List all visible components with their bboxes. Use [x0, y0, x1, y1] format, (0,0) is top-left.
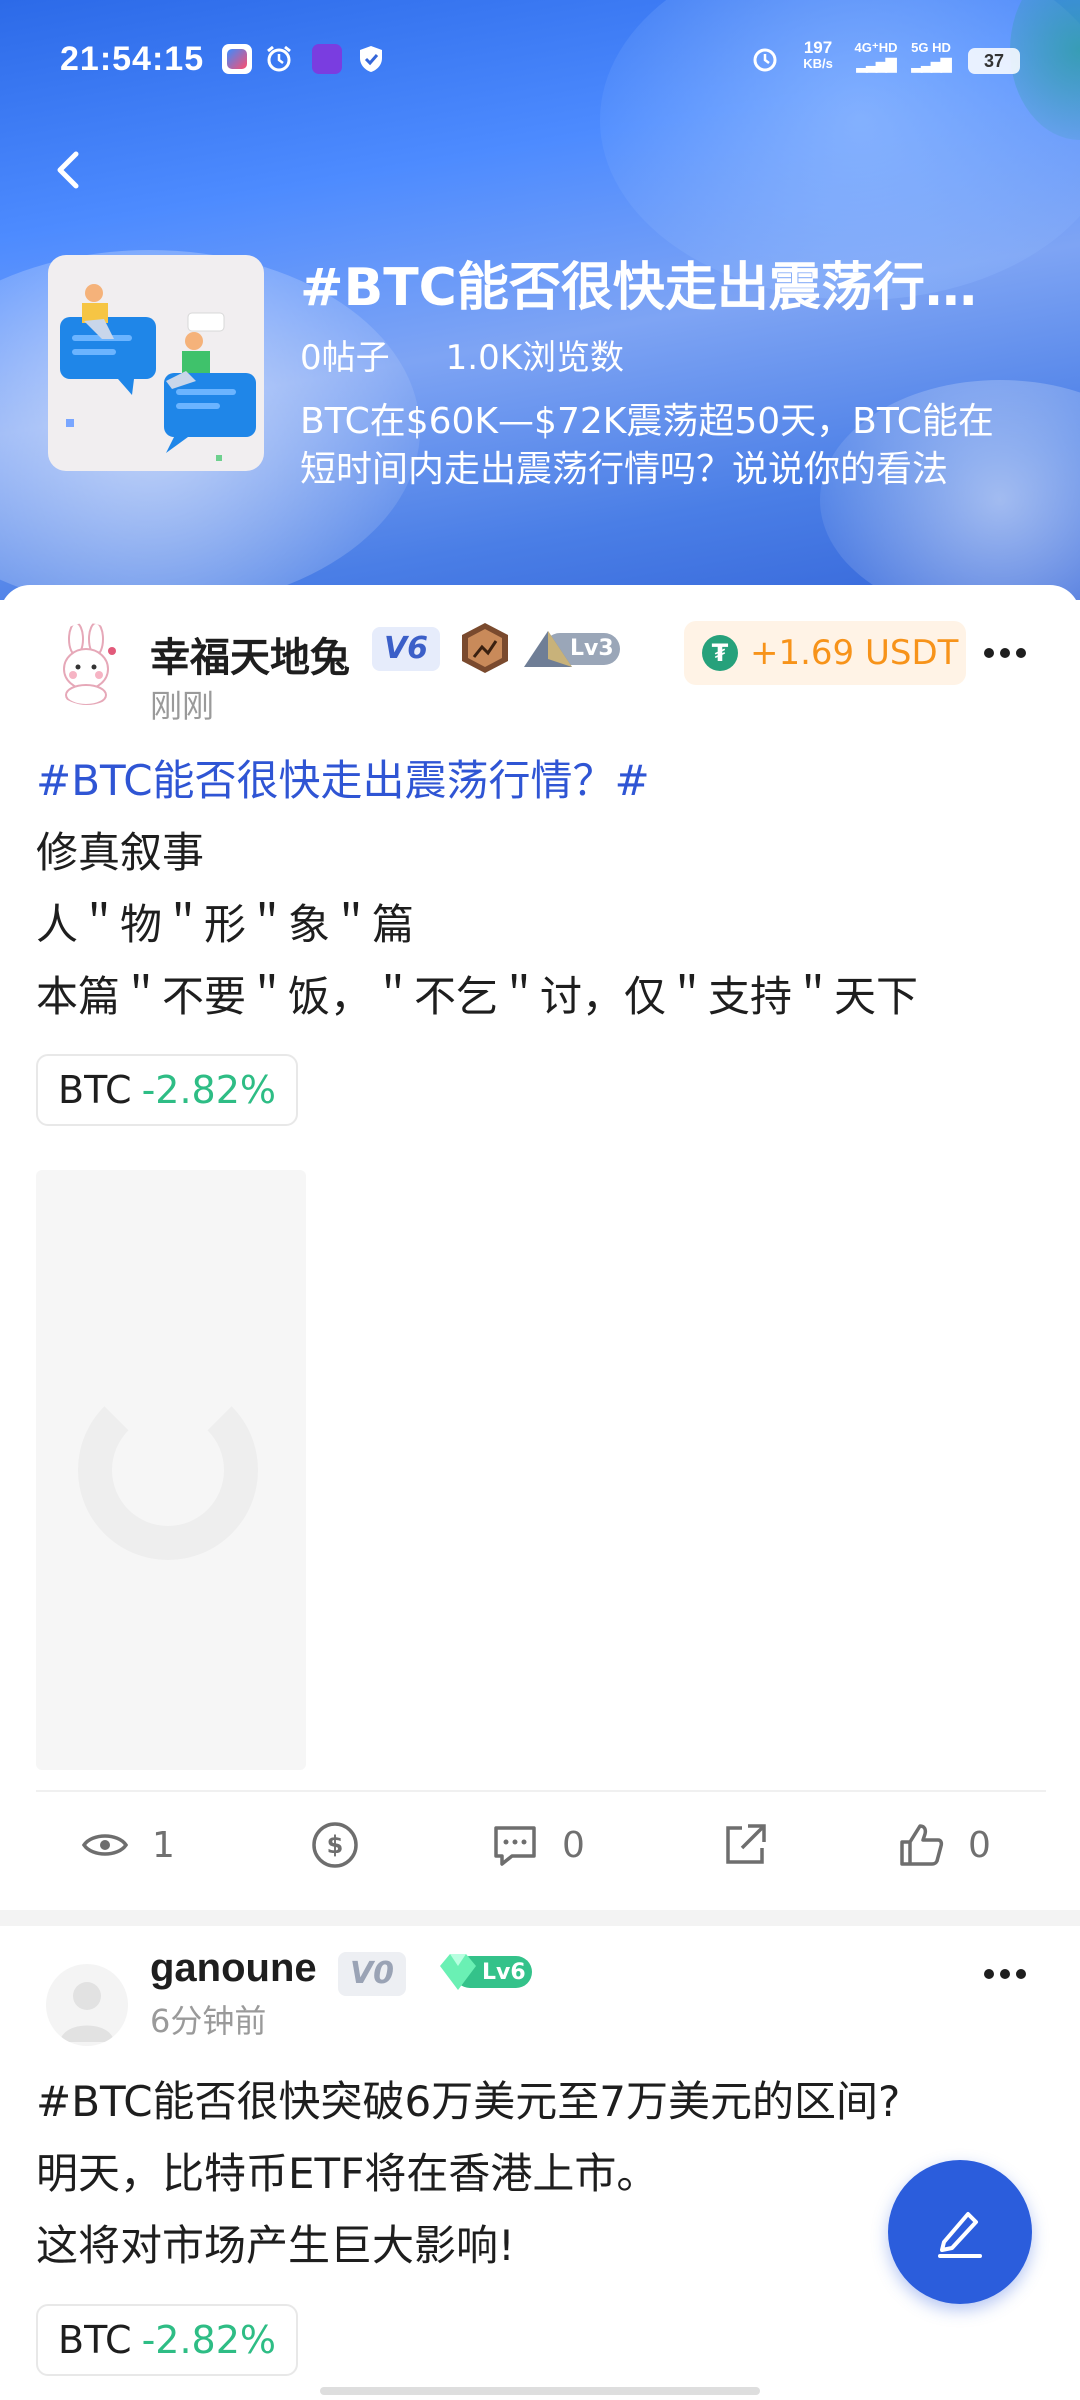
- default-user-icon: [60, 1982, 114, 2042]
- post-content[interactable]: #BTC能否很快走出震荡行情？# 修真叙事 人＂物＂形＂象＂篇 本篇＂不要＂饭，…: [36, 745, 1046, 1033]
- avatar[interactable]: [46, 623, 128, 705]
- content-line: #BTC能否很快突破6万美元至7万美元的区间?: [36, 2077, 901, 2126]
- status-bar: 21:54:15 197 KB/s 4G⁺HD ▂▃▅▇ 5G HD ▂▃▅▇ …: [0, 0, 1080, 120]
- home-indicator[interactable]: [320, 2387, 760, 2395]
- coin-symbol: BTC: [58, 1068, 132, 1112]
- signal-4g: 4G⁺HD ▂▃▅▇: [850, 40, 902, 72]
- battery-indicator: 37: [968, 48, 1020, 74]
- share-button[interactable]: [720, 1815, 770, 1875]
- level-badge: Lv6: [436, 1950, 534, 1994]
- vip-badge: V6: [372, 627, 440, 671]
- more-dots-icon: [984, 1964, 1032, 1983]
- tip-button[interactable]: $: [310, 1815, 360, 1875]
- signal-5g: 5G HD ▂▃▅▇: [906, 40, 956, 72]
- post-card[interactable]: ganoune V0 Lv6 6分钟前 #BTC能否很快突破6万美元至7万美元的…: [0, 1926, 1080, 2400]
- post-actions: 1 $ 0 0: [0, 1815, 1080, 1875]
- post-count: 0帖子: [300, 338, 390, 378]
- username[interactable]: ganoune: [150, 1946, 317, 1991]
- eye-icon: [81, 1834, 129, 1856]
- more-options-button[interactable]: [984, 1964, 1044, 1994]
- chat-illustration-icon: [60, 284, 256, 461]
- vip-badge: V0: [338, 1952, 406, 1996]
- coin-chip[interactable]: BTC -2.82%: [36, 1054, 299, 1126]
- tether-icon: ₮: [702, 635, 738, 671]
- tip-badge[interactable]: ₮ +1.69 USDT: [684, 621, 966, 685]
- content-line: 修真叙事: [36, 828, 205, 877]
- level-badge: Lv3: [522, 629, 622, 669]
- achievement-badge-icon: [458, 621, 512, 675]
- shield-check-icon: [356, 44, 386, 74]
- section-separator: [0, 1910, 1080, 1926]
- more-dots-icon: [984, 643, 1032, 662]
- clock: 21:54:15: [60, 40, 205, 78]
- like-button[interactable]: 0: [896, 1815, 991, 1875]
- post-time: 6分钟前: [150, 2002, 267, 2040]
- comment-icon: [494, 1826, 536, 1866]
- svg-text:$: $: [327, 1831, 344, 1859]
- back-button[interactable]: [40, 140, 100, 200]
- username[interactable]: 幸福天地兔: [150, 625, 350, 683]
- topic-header: 21:54:15 197 KB/s 4G⁺HD ▂▃▅▇ 5G HD ▂▃▅▇ …: [0, 0, 1080, 600]
- coin-change: -2.82%: [141, 2318, 277, 2362]
- coin-change: -2.82%: [141, 1068, 277, 1112]
- view-count: 1.0K浏览数: [445, 338, 625, 378]
- alarm-icon: [750, 44, 780, 74]
- net-speed: 197 KB/s: [803, 38, 833, 71]
- chevron-left-icon: [57, 151, 79, 189]
- avatar[interactable]: [46, 1964, 128, 2046]
- content-line: 人＂物＂形＂象＂篇: [36, 900, 415, 949]
- app-notification-icon: [222, 44, 252, 74]
- coin-symbol: BTC: [58, 2318, 132, 2362]
- post-feed: 幸福天地兔 V6 Lv3 ₮ +1.69 USDT 刚刚 #BTC能否很快走出震…: [0, 585, 1080, 2400]
- content-line: 本篇＂不要＂饭，＂不乞＂讨，仅＂支持＂天下: [36, 972, 919, 1021]
- comment-button[interactable]: 0: [490, 1815, 585, 1875]
- post-image-placeholder[interactable]: [36, 1170, 306, 1770]
- signal-bars-icon: ▂▃▅▇: [856, 56, 896, 72]
- hotel-app-icon: [312, 44, 342, 74]
- share-icon: [726, 1824, 766, 1864]
- topic-thumbnail: [48, 255, 264, 471]
- loading-spinner-icon: [78, 1380, 258, 1560]
- views-stat: 1: [80, 1815, 175, 1875]
- hashtag-link[interactable]: #BTC能否很快走出震荡行情？#: [36, 745, 1046, 817]
- more-options-button[interactable]: [984, 643, 1044, 673]
- post-card[interactable]: 幸福天地兔 V6 Lv3 ₮ +1.69 USDT 刚刚 #BTC能否很快走出震…: [0, 585, 1080, 1895]
- post-time: 刚刚: [150, 687, 215, 725]
- compose-post-button[interactable]: [888, 2160, 1032, 2304]
- topic-title: #BTC能否很快走出震荡行情？#: [300, 258, 1000, 318]
- alarm-clock-icon: [264, 44, 294, 74]
- thumbs-up-icon: [900, 1824, 944, 1866]
- rabbit-avatar-icon: [63, 623, 116, 705]
- coin-chip[interactable]: BTC -2.82%: [36, 2304, 299, 2376]
- topic-stats: 0帖子 1.0K浏览数: [300, 330, 680, 379]
- topic-description: BTC在$60K—$72K震荡超50天，BTC能在短时间内走出震荡行情吗？说说你…: [300, 401, 994, 490]
- divider: [36, 1790, 1046, 1792]
- pencil-icon: [938, 2212, 982, 2258]
- signal-bars-icon: ▂▃▅▇: [911, 56, 951, 72]
- tip-coin-icon: $: [312, 1822, 358, 1868]
